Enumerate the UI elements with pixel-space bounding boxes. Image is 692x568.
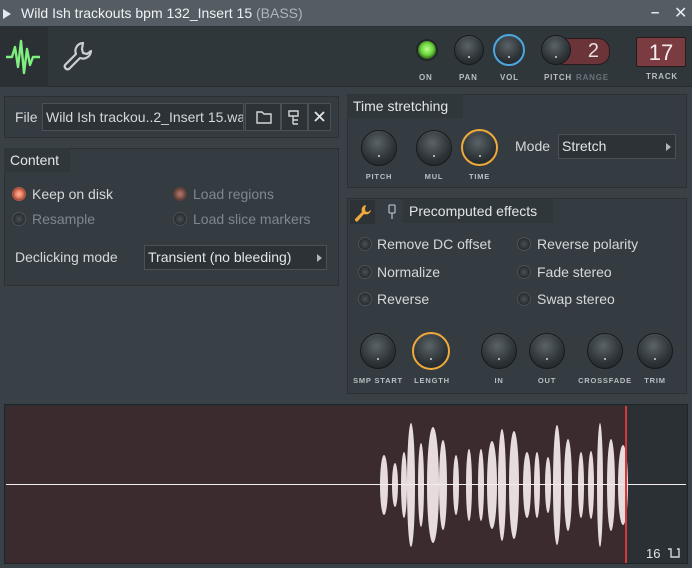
- in-knob[interactable]: [481, 333, 517, 369]
- close-window-button[interactable]: ✕: [674, 3, 687, 23]
- precomputed-effects-title: Precomputed effects: [403, 199, 553, 223]
- window-subtitle: (BASS): [256, 5, 303, 21]
- load-regions-radio[interactable]: [173, 187, 187, 201]
- load-slice-markers-radio[interactable]: [173, 212, 187, 226]
- pan-label: PAN: [459, 73, 478, 82]
- length-label: LENGTH: [414, 376, 450, 385]
- trim-knob[interactable]: [637, 333, 673, 369]
- keep-on-disk-label: Keep on disk: [32, 186, 113, 202]
- normalize-label: Normalize: [377, 264, 441, 280]
- content-title: Content: [4, 148, 70, 172]
- time-label: TIME: [468, 172, 491, 181]
- fade-stereo-radio[interactable]: [517, 265, 531, 279]
- in-label: IN: [494, 376, 504, 385]
- settings-tab-button[interactable]: [54, 37, 100, 77]
- track-label: TRACK: [646, 72, 678, 81]
- smp-start-label: SMP START: [353, 376, 403, 385]
- menu-arrow-icon[interactable]: [3, 9, 11, 19]
- load-slice-markers-label: Load slice markers: [193, 211, 311, 227]
- effects-settings-button[interactable]: [350, 200, 375, 224]
- reverse-radio[interactable]: [358, 292, 372, 306]
- resample-radio[interactable]: [12, 212, 26, 226]
- trim-label: TRIM: [644, 376, 666, 385]
- mode-label: Mode: [515, 138, 551, 154]
- pitch-knob[interactable]: [541, 35, 571, 65]
- open-file-button[interactable]: [245, 103, 281, 131]
- pan-knob[interactable]: [454, 35, 484, 65]
- expand-icon: [668, 548, 680, 558]
- declicking-mode-value: Transient (no bleeding): [148, 249, 292, 265]
- load-regions-label: Load regions: [193, 186, 274, 202]
- stretch-pitch-knob[interactable]: [361, 130, 397, 166]
- on-label: ON: [419, 73, 433, 82]
- page-number: 16: [646, 546, 660, 561]
- crossfade-knob[interactable]: [587, 333, 623, 369]
- mul-knob[interactable]: [416, 130, 452, 166]
- title-bar[interactable]: Wild Ish trackouts bpm 132_Insert 15 (BA…: [0, 0, 692, 27]
- range-label: RANGE: [576, 73, 609, 82]
- time-stretching-title: Time stretching: [347, 94, 463, 118]
- normalize-radio[interactable]: [358, 265, 372, 279]
- waveform-graphic: [380, 423, 628, 547]
- zero-line: [6, 484, 686, 485]
- locate-file-button[interactable]: [281, 103, 308, 131]
- minimize-button[interactable]: –: [651, 4, 659, 21]
- locate-icon: [288, 110, 299, 125]
- reverse-label: Reverse: [377, 291, 430, 307]
- close-icon: [314, 111, 325, 122]
- expand-button[interactable]: [666, 546, 682, 560]
- resample-label: Resample: [32, 211, 96, 227]
- swap-stereo-label: Swap stereo: [537, 291, 615, 307]
- remove-file-button[interactable]: [308, 103, 331, 131]
- on-led-button[interactable]: [418, 41, 436, 59]
- remove-dc-offset-label: Remove DC offset: [377, 236, 492, 252]
- channel-header: ON PAN VOL 2 PITCH RANGE TRACK: [0, 27, 692, 87]
- mode-dropdown[interactable]: Stretch: [558, 134, 676, 159]
- declicking-mode-label: Declicking mode: [15, 249, 118, 265]
- file-name-field[interactable]: Wild Ish trackou..2_Insert 15.wav: [42, 103, 244, 131]
- pin-icon[interactable]: [384, 202, 400, 222]
- volume-knob[interactable]: [493, 34, 525, 66]
- wrench-icon: [63, 41, 93, 71]
- window-title-text: Wild Ish trackouts bpm 132_Insert 15: [21, 5, 253, 21]
- chevron-right-icon: [317, 254, 322, 262]
- wrench-icon: [354, 205, 371, 222]
- vol-label: VOL: [500, 73, 519, 82]
- keep-on-disk-radio[interactable]: [12, 187, 26, 201]
- length-knob[interactable]: [412, 332, 450, 370]
- mul-label: MUL: [424, 172, 444, 181]
- file-label: File: [15, 109, 38, 125]
- playhead-marker[interactable]: [625, 406, 627, 563]
- out-label: OUT: [537, 376, 557, 385]
- chevron-right-icon: [666, 143, 671, 151]
- declicking-mode-dropdown[interactable]: Transient (no bleeding): [144, 245, 327, 270]
- waveform-tab-button[interactable]: [0, 27, 48, 87]
- out-knob[interactable]: [529, 333, 565, 369]
- crossfade-label: CROSSFADE: [578, 376, 632, 385]
- pitch-label: PITCH: [544, 73, 572, 82]
- folder-icon: [256, 111, 272, 124]
- waveform-display[interactable]: [4, 404, 688, 564]
- time-knob[interactable]: [461, 129, 498, 166]
- page-number-value: 16: [646, 546, 661, 561]
- track-number-display[interactable]: 17: [636, 37, 686, 67]
- reverse-polarity-radio[interactable]: [517, 237, 531, 251]
- remove-dc-offset-radio[interactable]: [358, 237, 372, 251]
- reverse-polarity-label: Reverse polarity: [537, 236, 639, 252]
- fade-stereo-label: Fade stereo: [537, 264, 612, 280]
- smp-start-knob[interactable]: [360, 333, 396, 369]
- swap-stereo-radio[interactable]: [517, 292, 531, 306]
- mode-value: Stretch: [562, 138, 607, 154]
- window-title: Wild Ish trackouts bpm 132_Insert 15 (BA…: [21, 5, 303, 21]
- stretch-pitch-label: PITCH: [365, 172, 393, 181]
- waveform-icon: [6, 39, 40, 75]
